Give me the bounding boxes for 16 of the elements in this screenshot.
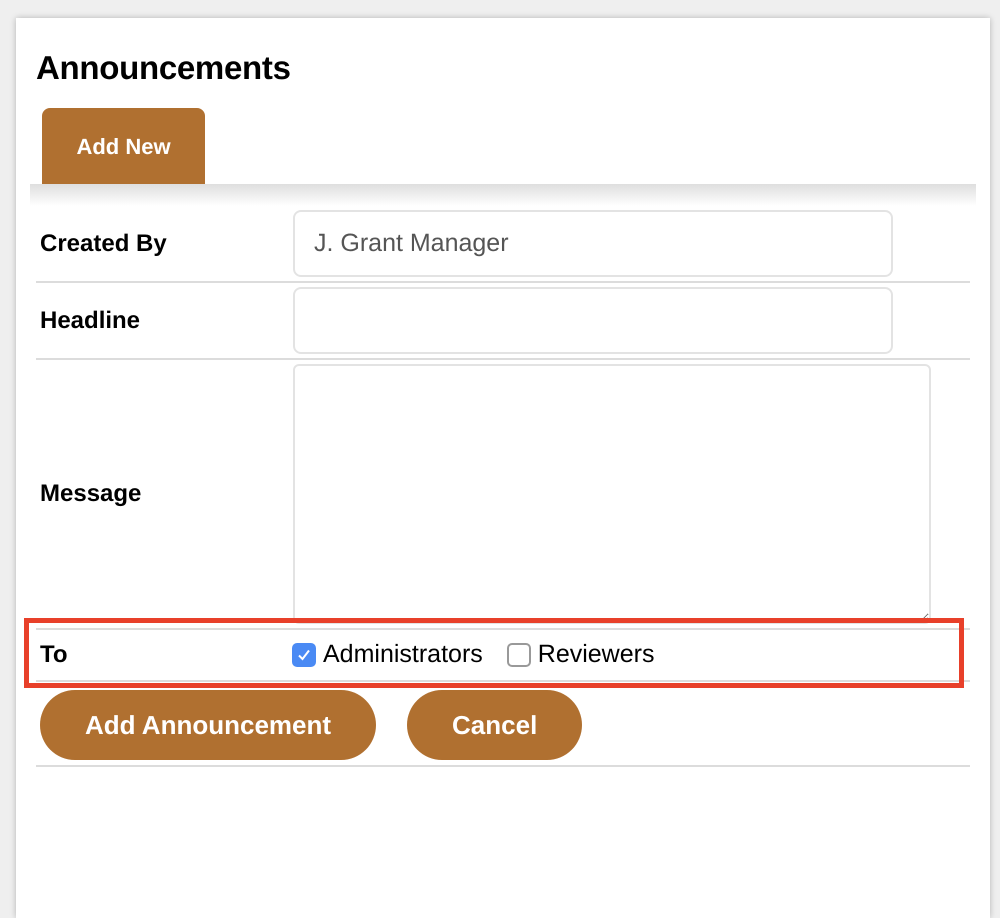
field-label: Created By [39, 228, 168, 258]
field-label: Headline [39, 306, 142, 336]
tab[interactable]: Add New [42, 108, 205, 184]
creator-field[interactable]: J. Grant Manager [293, 210, 893, 277]
checkbox[interactable] [292, 643, 316, 667]
checkbox[interactable] [506, 643, 531, 667]
checkbox-label[interactable]: Administrators [323, 636, 483, 674]
cancel-button[interactable]: Cancel [407, 690, 582, 760]
field-label: To [39, 640, 69, 670]
page-title: Announcements [36, 48, 292, 88]
message-field[interactable] [293, 364, 931, 624]
checkbox-label[interactable]: Reviewers [538, 636, 654, 674]
field-label: Message [39, 479, 142, 509]
check-icon [296, 647, 312, 663]
submit-button[interactable]: Add Announcement [40, 690, 376, 760]
headline-field[interactable] [293, 287, 893, 354]
